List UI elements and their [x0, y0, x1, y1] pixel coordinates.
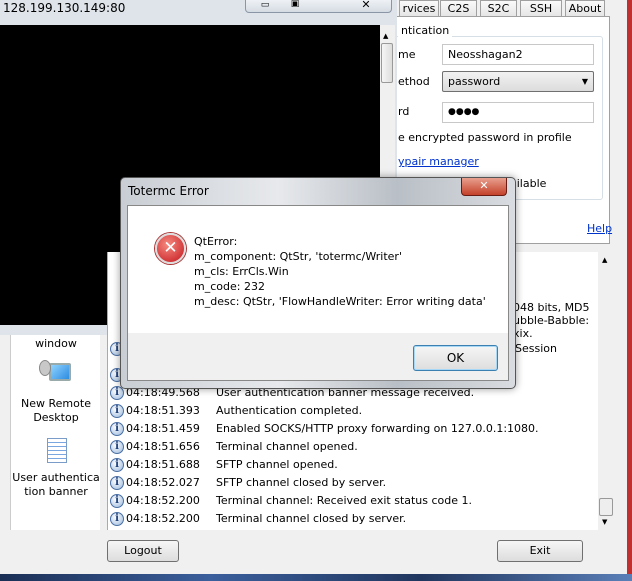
tab-ssh[interactable]: SSH	[520, 0, 562, 17]
dialog-message-line: m_code: 232	[194, 280, 265, 293]
log-row: i 04:18:51.688 SFTP channel opened.	[110, 456, 338, 474]
window-edge	[627, 0, 632, 574]
info-icon: i	[110, 512, 124, 526]
log-time: 04:18:52.027	[126, 476, 200, 489]
dialog-message-line: m_cls: ErrCls.Win	[194, 265, 289, 278]
document-icon[interactable]	[47, 438, 67, 463]
log-message: Enabled SOCKS/HTTP proxy forwarding on 1…	[216, 422, 539, 435]
sidebar: window New Remote Desktop User authentic…	[10, 335, 100, 530]
log-time: 04:18:51.459	[126, 422, 200, 435]
close-icon[interactable]: ✕	[346, 0, 386, 11]
maximize-icon[interactable]: ▣	[280, 0, 310, 9]
log-row: i 04:18:51.459 Enabled SOCKS/HTTP proxy fo…	[110, 420, 539, 438]
logout-button[interactable]: Logout	[107, 540, 179, 562]
log-message: Authentication completed.	[216, 404, 363, 417]
dialog-message-line: m_desc: QtStr, 'FlowHandleWriter: Error …	[194, 295, 486, 308]
info-icon: i	[110, 404, 124, 418]
scroll-thumb[interactable]	[381, 43, 393, 83]
dialog-body: ✕ QtError: m_component: QtStr, 'totermc/W…	[127, 205, 509, 381]
log-time: 04:18:52.200	[126, 494, 200, 507]
keypair-manager-link[interactable]: ypair manager	[398, 155, 479, 168]
tab-about[interactable]: About	[565, 0, 605, 17]
minimize-icon[interactable]: ▭	[250, 0, 280, 10]
log-message: Terminal channel opened.	[216, 440, 358, 453]
chevron-down-icon: ▼	[581, 77, 588, 86]
password-input[interactable]: ●●●●	[442, 102, 594, 123]
log-time: 04:18:52.200	[126, 512, 200, 525]
terminal-title: 128.199.130.149:80	[3, 1, 126, 15]
scroll-down-icon[interactable]: ▼	[602, 518, 607, 526]
dialog-message-line: m_component: QtStr, 'totermc/Writer'	[194, 250, 402, 263]
info-icon: i	[110, 422, 124, 436]
error-icon: ✕	[155, 233, 186, 264]
window-controls: ▭ ▣ ✕	[245, 0, 392, 13]
ok-button[interactable]: OK	[413, 345, 498, 371]
dialog-close-button[interactable]: ✕	[461, 178, 507, 196]
log-time: 04:18:51.656	[126, 440, 200, 453]
sidebar-item-user-auth-banner[interactable]: User authentication banner	[11, 471, 101, 499]
log-message: SFTP channel closed by server.	[216, 476, 387, 489]
taskbar	[0, 574, 632, 581]
method-label: ethod	[398, 75, 430, 88]
log-partial-4: Session	[515, 342, 557, 355]
tab-c2s[interactable]: C2S	[440, 0, 477, 17]
sidebar-item-new-remote-desktop[interactable]: New Remote Desktop	[11, 397, 101, 425]
info-icon: i	[110, 494, 124, 508]
exit-button[interactable]: Exit	[497, 540, 583, 562]
tab-services[interactable]: rvices	[399, 0, 439, 17]
close-icon: ✕	[479, 179, 489, 192]
method-value: password	[448, 75, 501, 88]
log-message: Terminal channel closed by server.	[216, 512, 407, 525]
tab-s2c[interactable]: S2C	[480, 0, 517, 17]
username-label: me	[398, 48, 416, 61]
log-row: i 04:18:51.656 Terminal channel opened.	[110, 438, 358, 456]
scroll-up-icon[interactable]: ▲	[383, 32, 388, 40]
method-select[interactable]: password ▼	[442, 71, 594, 92]
log-scrollbar[interactable]: ▲ ▼	[598, 252, 615, 530]
help-link[interactable]: Help	[587, 222, 612, 235]
info-icon: i	[110, 440, 124, 454]
password-label: rd	[398, 105, 410, 118]
log-row: i 04:18:51.393 Authentication completed.	[110, 402, 362, 420]
log-message: Terminal channel: Received exit status c…	[216, 494, 473, 507]
info-icon: i	[110, 476, 124, 490]
sidebar-item-window[interactable]: window	[11, 337, 101, 350]
username-input[interactable]: Neosshagan2	[442, 44, 594, 65]
log-time: 04:18:51.393	[126, 404, 200, 417]
auth-group-label: ntication	[398, 24, 453, 37]
scroll-thumb[interactable]	[599, 498, 613, 516]
log-row: i 04:18:52.200 Terminal channel closed by …	[110, 510, 406, 528]
log-row: i 04:18:52.200 Terminal channel: Received …	[110, 492, 472, 510]
remote-desktop-icon[interactable]	[39, 360, 73, 390]
dialog-title: Totermc Error	[128, 184, 209, 198]
info-icon: i	[110, 458, 124, 472]
log-partial-1: 048 bits, MD5	[513, 301, 590, 314]
store-password-checkbox-label[interactable]: e encrypted password in profile	[398, 131, 572, 144]
scroll-up-icon[interactable]: ▲	[602, 256, 607, 264]
error-dialog: Totermc Error ✕ ✕ QtError: m_component: Q…	[120, 177, 516, 389]
dialog-message-line: QtError:	[194, 235, 238, 248]
log-time: 04:18:51.688	[126, 458, 200, 471]
log-message: SFTP channel opened.	[216, 458, 338, 471]
log-partial-2: ubble-Babble:	[513, 314, 590, 327]
log-row: i 04:18:52.027 SFTP channel closed by serv…	[110, 474, 386, 492]
